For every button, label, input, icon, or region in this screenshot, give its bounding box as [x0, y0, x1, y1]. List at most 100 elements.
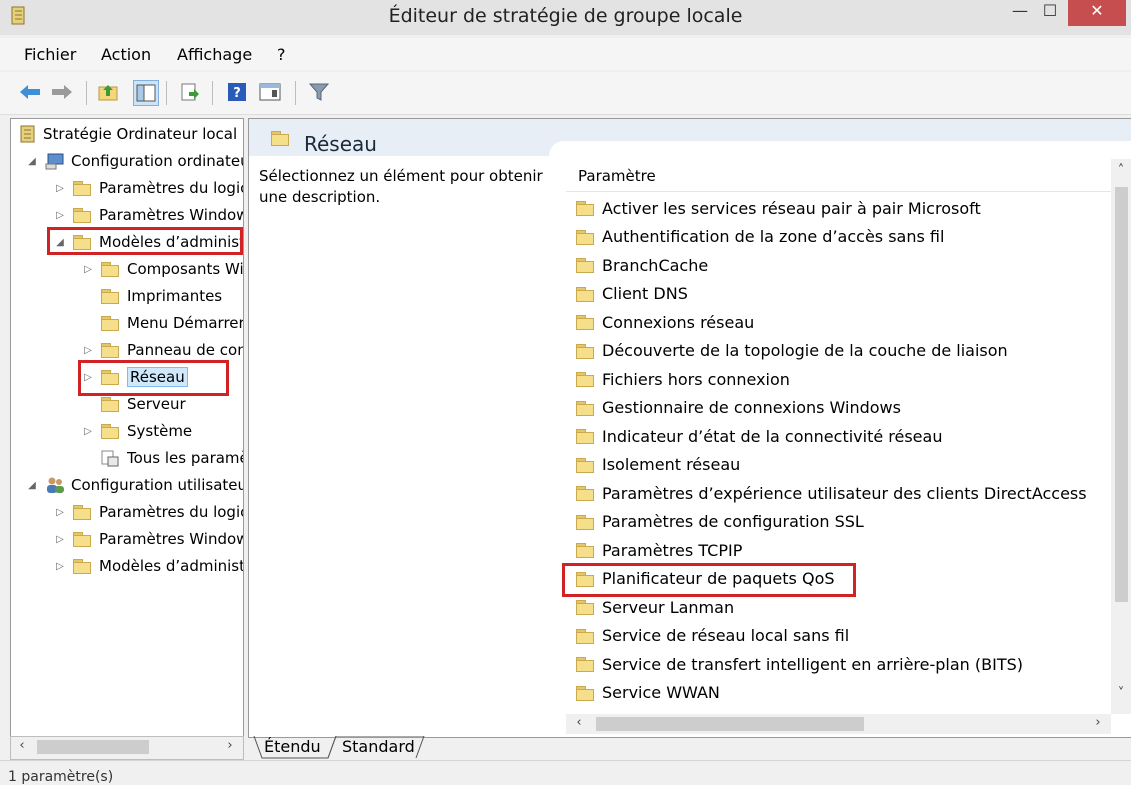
list-item[interactable]: Isolement réseau [576, 452, 740, 478]
menu-fichier[interactable]: Fichier [24, 45, 76, 64]
list-item-label: Découverte de la topologie de la couche … [602, 341, 1008, 360]
list-item[interactable]: Client DNS [576, 281, 688, 307]
collapsed-arrow-icon[interactable]: ▷ [53, 183, 67, 194]
tree-item-reseau[interactable]: ▷ Réseau [81, 365, 188, 389]
column-header-parametre[interactable]: Paramètre [566, 159, 1111, 192]
filter-icon[interactable] [307, 80, 331, 104]
scroll-left-icon[interactable]: ‹ [13, 738, 31, 753]
collapsed-arrow-icon[interactable]: ▷ [81, 426, 95, 437]
tree-item-user-params-logiciel[interactable]: ▷ Paramètres du logiciel [53, 500, 243, 524]
forward-icon[interactable] [50, 80, 74, 104]
tree-item-panneau[interactable]: ▷ Panneau de configuration [81, 338, 243, 362]
scroll-thumb[interactable] [1115, 187, 1128, 602]
tree-item-systeme[interactable]: ▷ Système [81, 419, 192, 443]
tree-item-composants[interactable]: ▷ Composants Windows [81, 257, 243, 281]
list-item[interactable]: Service de réseau local sans fil [576, 623, 849, 649]
folder-icon [101, 343, 119, 358]
folder-icon [576, 343, 594, 359]
tree-item-root[interactable]: Stratégie Ordinateur local [19, 122, 237, 146]
tree-item-label: Paramètres Windows [99, 206, 244, 224]
tree-item-label: Modèles d’administration [99, 233, 244, 251]
scroll-up-icon[interactable]: ˄ [1112, 163, 1130, 178]
back-icon[interactable] [18, 80, 42, 104]
collapsed-arrow-icon[interactable]: ▷ [81, 345, 95, 356]
tab-etendu[interactable]: Étendu [264, 736, 321, 758]
menu-action[interactable]: Action [101, 45, 151, 64]
list-item[interactable]: Paramètres de configuration SSL [576, 509, 864, 535]
menu-help[interactable]: ? [277, 45, 286, 64]
maximize-button[interactable]: ☐ [1035, 0, 1065, 26]
tree-item-serveur[interactable]: Serveur [81, 392, 186, 416]
list-item[interactable]: Fichiers hors connexion [576, 366, 790, 392]
scroll-right-icon[interactable]: › [221, 738, 239, 753]
tree-item-tous-parametres[interactable]: Tous les paramètres [81, 446, 243, 470]
computer-icon [45, 153, 64, 170]
list-item[interactable]: Paramètres d’expérience utilisateur des … [576, 480, 1087, 506]
tree-item-params-logiciel[interactable]: ▷ Paramètres du logiciel [53, 176, 243, 200]
collapsed-arrow-icon[interactable]: ▷ [53, 534, 67, 545]
tree-item-modeles-admin[interactable]: ◢ Modèles d’administration [53, 230, 244, 254]
tree-item-menu-demarrer[interactable]: Menu Démarrer [81, 311, 243, 335]
scroll-thumb[interactable] [596, 717, 864, 731]
tree-item-label: Stratégie Ordinateur local [43, 125, 238, 143]
list-item[interactable]: Service WWAN [576, 680, 720, 706]
tree-item-user-params-windows[interactable]: ▷ Paramètres Windows [53, 527, 244, 551]
svg-text:?: ? [233, 86, 241, 101]
tree-item-config-utilisateur[interactable]: ◢ Configuration utilisateur [25, 473, 243, 497]
tree-item-config-ordinateur[interactable]: ◢ Configuration ordinateur [25, 149, 243, 173]
folder-icon [271, 131, 289, 146]
collapsed-arrow-icon[interactable]: ▷ [81, 264, 95, 275]
tree-item-user-modeles-admin[interactable]: ▷ Modèles d’administration [53, 554, 243, 578]
list-item[interactable]: Authentification de la zone d’accès sans… [576, 224, 944, 250]
tree-item-label: Panneau de configuration [127, 341, 243, 359]
collapsed-arrow-icon[interactable]: ▷ [53, 507, 67, 518]
list-item[interactable]: Gestionnaire de connexions Windows [576, 395, 901, 421]
scroll-right-icon[interactable]: › [1089, 715, 1107, 730]
folder-icon [576, 286, 594, 302]
expanded-arrow-icon[interactable]: ◢ [25, 156, 39, 167]
window-title: Éditeur de stratégie de groupe locale [388, 5, 743, 27]
tree-item-label: Paramètres Windows [99, 530, 244, 548]
collapsed-arrow-icon[interactable]: ▷ [53, 561, 67, 572]
list-item[interactable]: Planificateur de paquets QoS [576, 566, 835, 592]
list-item[interactable]: Découverte de la topologie de la couche … [576, 338, 1008, 364]
tree-item-label: Système [127, 422, 193, 440]
close-button[interactable]: ✕ [1068, 0, 1126, 26]
description-text: Sélectionnez un élément pour obtenir une… [259, 167, 543, 206]
collapsed-arrow-icon[interactable]: ▷ [53, 210, 67, 221]
scroll-thumb[interactable] [37, 740, 149, 754]
tree-item-label: Imprimantes [127, 287, 223, 305]
tab-standard[interactable]: Standard [342, 736, 415, 758]
show-hide-tree-icon[interactable] [133, 80, 159, 106]
export-list-icon[interactable] [178, 80, 202, 104]
folder-icon [576, 628, 594, 644]
collapsed-arrow-icon[interactable]: ▷ [81, 372, 95, 383]
properties-icon[interactable] [258, 80, 282, 104]
list-hscrollbar[interactable]: ‹ › [566, 714, 1111, 734]
list-item-label: Paramètres de configuration SSL [602, 512, 864, 531]
folder-icon [576, 657, 594, 672]
list-item[interactable]: Service de transfert intelligent en arri… [576, 651, 1023, 677]
list-item-label: Paramètres TCPIP [602, 540, 743, 560]
list-item[interactable]: BranchCache [576, 252, 708, 278]
list-item[interactable]: Serveur Lanman [576, 594, 734, 620]
scroll-down-icon[interactable]: ˅ [1112, 686, 1130, 701]
list-item[interactable]: Activer les services réseau pair à pair … [576, 195, 981, 221]
list-item[interactable]: Indicateur d’état de la connectivité rés… [576, 423, 942, 449]
help-icon[interactable]: ? [225, 80, 249, 104]
scroll-left-icon[interactable]: ‹ [570, 715, 588, 730]
tree-item-label: Réseau [127, 367, 188, 387]
tree-hscrollbar[interactable]: ‹ › [10, 736, 244, 760]
tree-item-params-windows[interactable]: ▷ Paramètres Windows [53, 203, 244, 227]
menu-affichage[interactable]: Affichage [177, 45, 252, 64]
expanded-arrow-icon[interactable]: ◢ [25, 480, 39, 491]
expanded-arrow-icon[interactable]: ◢ [53, 237, 67, 248]
list-item[interactable]: Connexions réseau [576, 309, 754, 335]
tree-item-imprimantes[interactable]: Imprimantes [81, 284, 222, 308]
tree-item-label: Serveur [127, 395, 186, 413]
details-pane: Réseau Sélectionnez un élément pour obte… [248, 118, 1131, 738]
list-item[interactable]: Paramètres TCPIP [576, 537, 742, 563]
up-folder-icon[interactable] [97, 80, 121, 104]
list-vscrollbar[interactable]: ˄ ˅ [1111, 159, 1131, 714]
minimize-button[interactable]: — [1000, 0, 1040, 26]
